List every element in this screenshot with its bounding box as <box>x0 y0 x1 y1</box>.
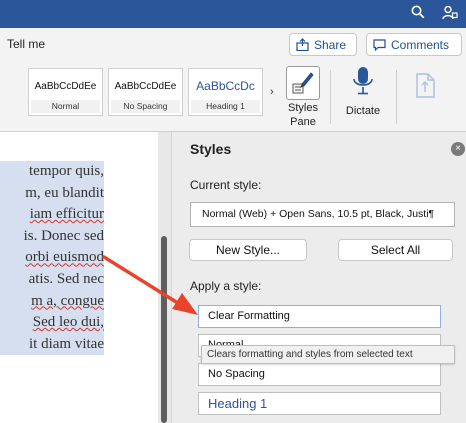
style-tile-heading-1[interactable]: AaBbCcDc Heading 1 <box>188 68 263 116</box>
scrollbar-thumb[interactable] <box>161 236 167 423</box>
style-item-heading-1[interactable]: Heading 1 <box>198 392 441 415</box>
document-line: m a, congue <box>31 292 104 309</box>
styles-pane-label-2: Pane <box>290 116 316 128</box>
tooltip: Clears formatting and styles from select… <box>201 345 455 364</box>
styles-pane-label-1: Styles <box>288 102 318 114</box>
style-caption: Heading 1 <box>191 100 260 113</box>
document-line: is. Donec sed <box>23 227 104 244</box>
document-area: tempor quis, m, eu blandit iam efficitur is… <box>0 132 171 423</box>
gallery-more-arrow[interactable]: › <box>270 86 274 98</box>
title-bar <box>0 0 466 28</box>
comments-button[interactable]: Comments <box>366 33 462 56</box>
dictate-label: Dictate <box>345 105 381 117</box>
style-item-no-spacing[interactable]: No Spacing <box>198 363 441 386</box>
ribbon-separator <box>330 70 331 124</box>
share-label: Share <box>314 37 347 52</box>
share-document-icon <box>412 70 440 105</box>
style-tile-no-spacing[interactable]: AaBbCcDdEe No Spacing <box>108 68 183 116</box>
share-icon <box>296 38 309 51</box>
pane-title: Styles <box>190 141 232 157</box>
ribbon-tab-row: Tell me Share Comments <box>0 28 466 62</box>
document-page[interactable]: tempor quis, m, eu blandit iam efficitur is… <box>0 132 158 423</box>
style-sample: AaBbCcDdEe <box>34 81 97 92</box>
styles-pane-icon <box>286 66 320 100</box>
account-icon[interactable] <box>441 5 459 23</box>
styles-pane: Styles × Current style: Normal (Web) + O… <box>171 132 466 423</box>
style-sample: AaBbCcDdEe <box>114 81 177 92</box>
style-item-clear-formatting[interactable]: Clear Formatting <box>198 305 441 328</box>
microphone-icon <box>353 67 373 95</box>
comments-label: Comments <box>391 37 450 52</box>
new-style-button[interactable]: New Style... <box>189 239 307 261</box>
document-line: it diam vitae <box>29 335 104 352</box>
close-icon[interactable]: × <box>451 142 465 156</box>
styles-pane-button[interactable]: Styles Pane <box>284 66 322 130</box>
select-all-button[interactable]: Select All <box>338 239 453 261</box>
current-style-label: Current style: <box>190 178 262 192</box>
share-button[interactable]: Share <box>289 33 357 56</box>
selected-text-block[interactable]: tempor quis, m, eu blandit iam efficitur is… <box>0 161 104 356</box>
document-line: tempor quis, <box>29 163 104 179</box>
document-line: iam efficitur <box>29 206 104 223</box>
style-tile-normal[interactable]: AaBbCcDdEe Normal <box>28 68 103 116</box>
document-line: m, eu blandit <box>25 184 104 201</box>
dictate-button[interactable]: Dictate <box>340 66 386 130</box>
style-caption: No Spacing <box>111 100 180 113</box>
document-line: orbi euismod <box>25 249 104 266</box>
tell-me-box[interactable]: Tell me <box>7 37 45 51</box>
document-line: Sed leo dui, <box>32 314 104 331</box>
apply-style-label: Apply a style: <box>190 279 262 293</box>
current-style-field[interactable]: Normal (Web) + Open Sans, 10.5 pt, Black… <box>190 202 455 227</box>
style-sample: AaBbCcDc <box>196 79 255 93</box>
style-caption: Normal <box>31 100 100 113</box>
document-line: atis. Sed nec <box>28 270 104 287</box>
home-ribbon: AaBbCcDdEe Normal AaBbCcDdEe No Spacing … <box>0 62 466 132</box>
ribbon-separator <box>396 70 397 124</box>
comment-icon <box>373 38 386 51</box>
search-icon[interactable] <box>409 5 427 23</box>
